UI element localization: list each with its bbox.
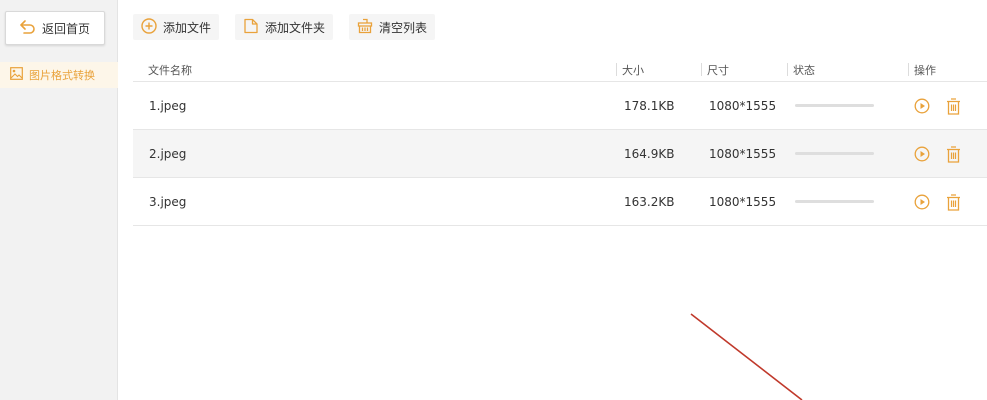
conversion-progress-bar <box>795 104 874 107</box>
image-icon <box>10 67 23 83</box>
add-file-button[interactable]: 添加文件 <box>133 14 220 40</box>
file-table: 文件名称 大小 尺寸 状态 操作 1.jpeg 178.1KB 1080*155… <box>133 58 987 226</box>
file-dimensions: 1080*1555 <box>709 99 777 113</box>
column-divider <box>908 63 909 76</box>
conversion-progress-bar <box>795 200 874 203</box>
trash-icon[interactable] <box>945 145 961 163</box>
back-home-label: 返回首页 <box>41 21 90 36</box>
file-dimensions: 1080*1555 <box>709 147 777 161</box>
table-row[interactable]: 1.jpeg 178.1KB 1080*1555 <box>133 82 987 130</box>
plus-circle-icon <box>141 17 157 37</box>
clear-list-button[interactable]: 清空列表 <box>349 14 436 40</box>
column-divider <box>787 63 788 76</box>
sidebar-item-label: 图片格式转换 <box>29 69 95 82</box>
return-arrow-icon <box>20 19 36 37</box>
file-size: 164.9KB <box>624 147 675 161</box>
basket-icon <box>357 18 373 37</box>
file-name: 2.jpeg <box>149 147 187 161</box>
clear-list-label: 清空列表 <box>379 20 428 35</box>
table-row[interactable]: 3.jpeg 163.2KB 1080*1555 <box>133 178 987 226</box>
back-home-button[interactable]: 返回首页 <box>5 11 105 45</box>
trash-icon[interactable] <box>945 193 961 211</box>
table-row[interactable]: 2.jpeg 164.9KB 1080*1555 <box>133 130 987 178</box>
toolbar: 添加文件 添加文件夹 清空列表 <box>133 14 436 40</box>
play-circle-icon[interactable] <box>914 97 930 115</box>
add-file-label: 添加文件 <box>163 20 212 35</box>
file-dimensions: 1080*1555 <box>709 195 777 209</box>
column-header-dimensions: 尺寸 <box>707 64 729 77</box>
add-folder-label: 添加文件夹 <box>265 20 326 35</box>
sidebar-item-image-format-convert[interactable]: 图片格式转换 <box>0 62 118 88</box>
column-header-status: 状态 <box>793 64 815 77</box>
conversion-progress-bar <box>795 152 874 155</box>
add-folder-button[interactable]: 添加文件夹 <box>235 14 334 40</box>
file-size: 178.1KB <box>624 99 675 113</box>
file-name: 3.jpeg <box>149 195 187 209</box>
trash-icon[interactable] <box>945 97 961 115</box>
column-header-size: 大小 <box>622 64 644 77</box>
folder-icon <box>243 18 259 37</box>
column-divider <box>701 63 702 76</box>
file-size: 163.2KB <box>624 195 675 209</box>
play-circle-icon[interactable] <box>914 193 930 211</box>
file-name: 1.jpeg <box>149 99 187 113</box>
column-header-name: 文件名称 <box>148 64 192 77</box>
sidebar: 返回首页 图片格式转换 <box>0 0 118 400</box>
column-divider <box>616 63 617 76</box>
play-circle-icon[interactable] <box>914 145 930 163</box>
column-header-actions: 操作 <box>914 64 936 77</box>
table-header: 文件名称 大小 尺寸 状态 操作 <box>133 58 987 82</box>
